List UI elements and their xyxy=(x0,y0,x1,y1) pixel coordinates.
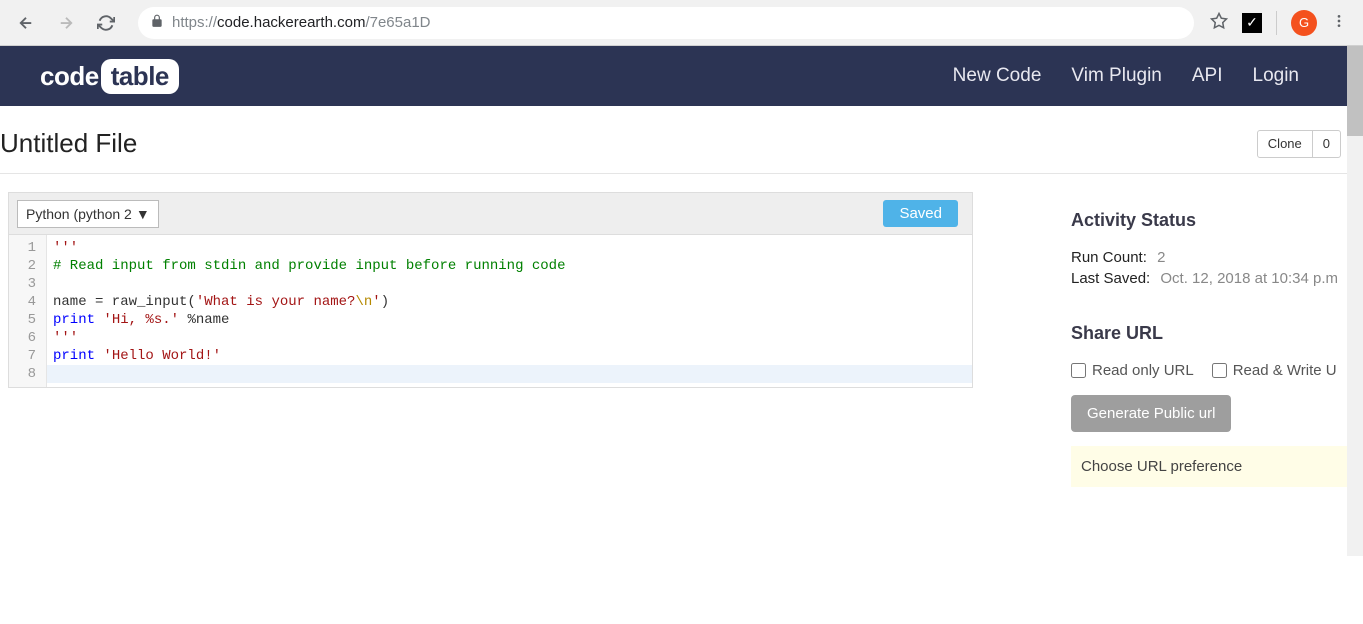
code-line[interactable] xyxy=(53,275,966,293)
code-line[interactable]: ''' xyxy=(53,329,966,347)
nav-link-api[interactable]: API xyxy=(1192,65,1223,87)
code-line[interactable]: print 'Hi, %s.' %name xyxy=(53,311,966,329)
title-row: Untitled File Clone 0 xyxy=(0,106,1363,174)
code-area[interactable]: 12345678 '''# Read input from stdin and … xyxy=(8,234,973,388)
scrollbar-thumb[interactable] xyxy=(1347,46,1363,136)
toolbar-divider xyxy=(1276,11,1277,35)
url-options: Read only URL Read & Write U xyxy=(1071,362,1363,379)
code-line[interactable]: # Read input from stdin and provide inpu… xyxy=(53,257,966,275)
sidebar: Activity Status Run Count: 2 Last Saved:… xyxy=(1051,174,1363,624)
url-text: https://code.hackerearth.com/7e65a1D xyxy=(172,14,431,31)
nav-link-new-code[interactable]: New Code xyxy=(953,65,1042,87)
page-scrollbar[interactable] xyxy=(1347,46,1363,556)
reload-button[interactable] xyxy=(90,7,122,39)
site-header: code table New Code Vim Plugin API Login xyxy=(0,46,1363,106)
nav-link-vim-plugin[interactable]: Vim Plugin xyxy=(1071,65,1161,87)
read-write-option[interactable]: Read & Write U xyxy=(1212,362,1337,379)
editor: Python (python 2 ▼ Saved 12345678 '''# R… xyxy=(8,192,973,388)
code-line[interactable]: print 'Hello World!' xyxy=(53,347,966,365)
chevron-down-icon: ▼ xyxy=(136,206,150,222)
profile-avatar[interactable]: G xyxy=(1291,10,1317,36)
bookmark-star-icon[interactable] xyxy=(1210,12,1228,33)
header-nav: New Code Vim Plugin API Login xyxy=(953,65,1299,87)
last-saved-row: Last Saved: Oct. 12, 2018 at 10:34 p.m xyxy=(1071,270,1363,287)
browser-toolbar: https://code.hackerearth.com/7e65a1D ✓ G xyxy=(0,0,1363,46)
kebab-menu-icon[interactable] xyxy=(1331,13,1347,32)
saved-badge: Saved xyxy=(883,200,958,227)
extension-icon[interactable]: ✓ xyxy=(1242,13,1262,33)
code-line[interactable]: ''' xyxy=(53,239,966,257)
line-gutter: 12345678 xyxy=(9,235,47,387)
nav-link-login[interactable]: Login xyxy=(1253,65,1300,87)
read-write-checkbox[interactable] xyxy=(1212,363,1227,378)
clone-button[interactable]: Clone 0 xyxy=(1257,130,1341,158)
activity-heading: Activity Status xyxy=(1071,210,1363,231)
share-heading: Share URL xyxy=(1071,323,1363,344)
code-lines[interactable]: '''# Read input from stdin and provide i… xyxy=(47,235,972,387)
generate-url-button[interactable]: Generate Public url xyxy=(1071,395,1231,432)
language-select[interactable]: Python (python 2 ▼ xyxy=(17,200,159,228)
read-only-option[interactable]: Read only URL xyxy=(1071,362,1194,379)
read-only-checkbox[interactable] xyxy=(1071,363,1086,378)
file-title: Untitled File xyxy=(0,128,137,159)
lock-icon xyxy=(150,14,164,32)
editor-toolbar: Python (python 2 ▼ Saved xyxy=(8,192,973,234)
run-count-row: Run Count: 2 xyxy=(1071,249,1363,266)
choose-preference-message: Choose URL preference xyxy=(1071,446,1361,487)
back-button[interactable] xyxy=(10,7,42,39)
logo[interactable]: code table xyxy=(40,59,179,94)
forward-button[interactable] xyxy=(50,7,82,39)
code-line[interactable]: name = raw_input('What is your name?\n') xyxy=(53,293,966,311)
address-bar[interactable]: https://code.hackerearth.com/7e65a1D xyxy=(138,7,1194,39)
